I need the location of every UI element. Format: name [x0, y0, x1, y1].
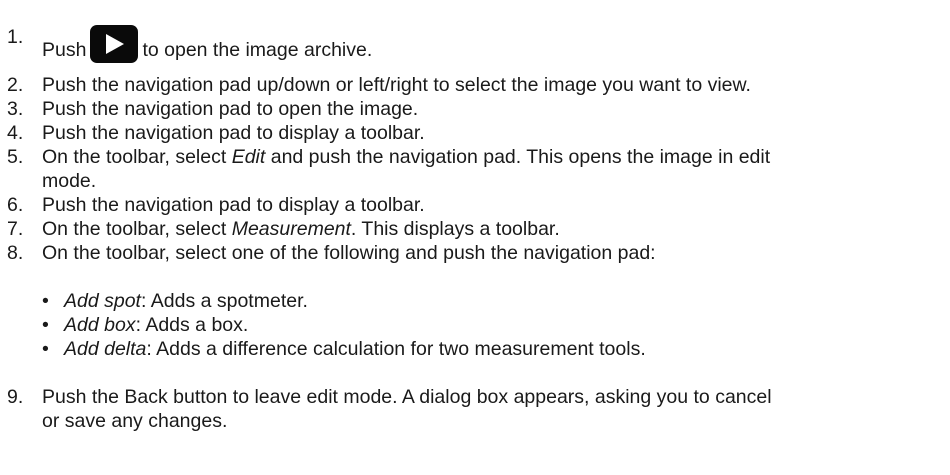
step-text: Push the Back button to leave edit mode.… [42, 386, 772, 408]
step-text: Push the navigation pad to open the imag… [42, 98, 419, 120]
bullet-icon: • [42, 290, 49, 312]
step-text-continued: or save any changes. [42, 410, 228, 432]
step-text: to open the image archive. [142, 39, 373, 61]
step-number: 7. [7, 218, 24, 240]
step-text: Push the navigation pad up/down or left/… [42, 74, 751, 96]
play-icon [90, 25, 139, 63]
menu-term: Edit [231, 146, 266, 168]
option-name: Add box [64, 314, 136, 336]
option-description: : Adds a box. [135, 314, 249, 336]
step-text: On the toolbar, select [42, 146, 232, 168]
step-number: 8. [7, 242, 24, 264]
bullet-icon: • [42, 338, 49, 360]
option-description: : Adds a difference calculation for two … [146, 338, 646, 360]
step-text: On the toolbar, select [42, 218, 232, 240]
step-text: Push the navigation pad to display a too… [42, 194, 425, 216]
step-text: On the toolbar, select one of the follow… [42, 242, 656, 264]
step-text: Push the navigation pad to display a too… [42, 122, 425, 144]
step-number: 6. [7, 194, 24, 216]
step-number: 4. [7, 122, 24, 144]
step-number: 1. [7, 26, 24, 48]
option-description: : Adds a spotmeter. [140, 290, 308, 312]
bullet-icon: • [42, 314, 49, 336]
option-name: Add delta [64, 338, 147, 360]
step-text: Push [42, 39, 87, 61]
step-number: 3. [7, 98, 24, 120]
step-number: 2. [7, 74, 24, 96]
step-number: 5. [7, 146, 24, 168]
menu-term: Measurement [231, 218, 351, 240]
step-text: . This displays a toolbar. [350, 218, 560, 240]
option-name: Add spot [64, 290, 141, 312]
step-text-continued: mode. [42, 170, 97, 192]
step-number: 9. [7, 386, 24, 408]
step-text: and push the navigation pad. This opens … [265, 146, 771, 168]
